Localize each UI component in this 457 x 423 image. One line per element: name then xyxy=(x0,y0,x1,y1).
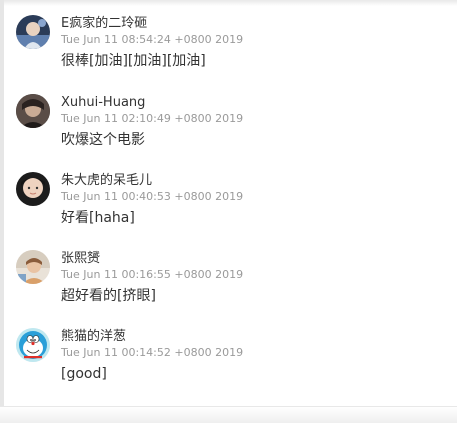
comment-item: Xuhui-Huang Tue Jun 11 02:10:49 +0800 20… xyxy=(0,94,457,166)
comment-username[interactable]: Xuhui-Huang xyxy=(61,94,145,111)
comment-timestamp: Tue Jun 11 00:40:53 +0800 2019 xyxy=(61,190,244,203)
comment-text: 好看[haha] xyxy=(61,210,135,226)
comment-text: 超好看的[挤眼] xyxy=(61,288,156,304)
avatar-photo-icon[interactable] xyxy=(16,172,50,206)
comment-item: 朱大虎的呆毛儿 Tue Jun 11 00:40:53 +0800 2019 好… xyxy=(0,172,457,244)
comment-username[interactable]: 熊猫的洋葱 xyxy=(61,328,126,345)
comment-item: E疯家的二玲砸 Tue Jun 11 08:54:24 +0800 2019 很… xyxy=(0,15,457,87)
comment-username[interactable]: 朱大虎的呆毛儿 xyxy=(61,172,152,189)
bottom-divider xyxy=(0,406,457,423)
avatar-photo-icon[interactable] xyxy=(16,250,50,284)
comment-timestamp: Tue Jun 11 08:54:24 +0800 2019 xyxy=(61,33,244,46)
comment-text: [good] xyxy=(61,366,107,382)
comment-username[interactable]: E疯家的二玲砸 xyxy=(61,15,147,32)
comment-timestamp: Tue Jun 11 00:14:52 +0800 2019 xyxy=(61,346,244,359)
comment-text: 很棒[加油][加油][加油] xyxy=(61,53,206,69)
comment-text: 吹爆这个电影 xyxy=(61,132,145,148)
avatar-photo-icon[interactable] xyxy=(16,15,50,49)
comments-page: E疯家的二玲砸 Tue Jun 11 08:54:24 +0800 2019 很… xyxy=(0,0,457,423)
comment-timestamp: Tue Jun 11 02:10:49 +0800 2019 xyxy=(61,112,244,125)
comment-timestamp: Tue Jun 11 00:16:55 +0800 2019 xyxy=(61,268,244,281)
comment-username[interactable]: 张熙赟 xyxy=(61,250,100,267)
avatar-photo-icon[interactable] xyxy=(16,94,50,128)
comment-item: 熊猫的洋葱 Tue Jun 11 00:14:52 +0800 2019 [go… xyxy=(0,328,457,400)
comment-item: 张熙赟 Tue Jun 11 00:16:55 +0800 2019 超好看的[… xyxy=(0,250,457,322)
top-divider xyxy=(0,0,457,6)
avatar-doraemon-icon[interactable] xyxy=(16,328,50,362)
